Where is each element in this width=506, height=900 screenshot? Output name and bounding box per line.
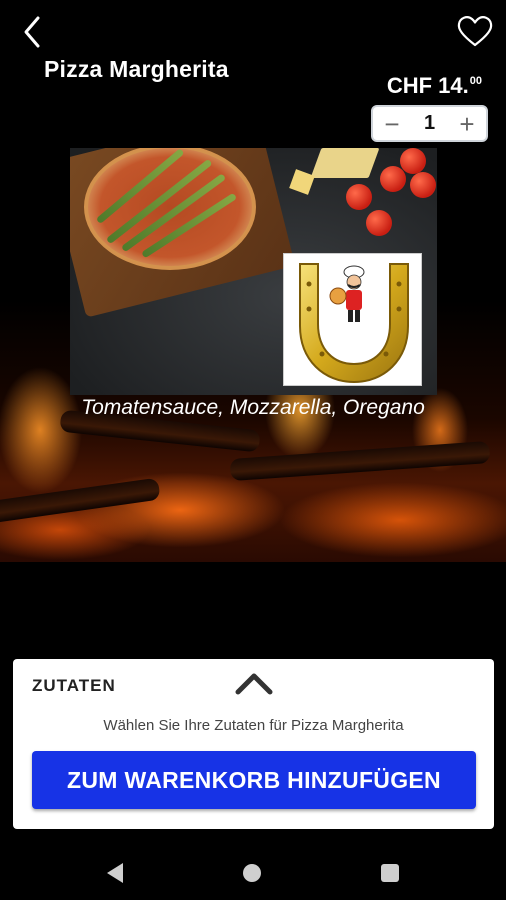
- product-price: CHF 14.00: [387, 73, 482, 99]
- square-recent-icon[interactable]: [381, 864, 399, 882]
- add-to-cart-button[interactable]: ZUM WARENKORB HINZUFÜGEN: [32, 751, 476, 809]
- increment-button[interactable]: +: [456, 111, 478, 137]
- restaurant-logo: [283, 253, 422, 386]
- tomato: [380, 166, 406, 192]
- top-bar: [0, 0, 506, 60]
- panel-subtitle: Wählen Sie Ihre Zutaten für Pizza Marghe…: [103, 717, 404, 734]
- pizza-illustration: [84, 148, 256, 270]
- price-cents: 00: [469, 75, 482, 87]
- back-arrow-icon[interactable]: [18, 14, 48, 50]
- circle-home-icon[interactable]: [243, 864, 261, 882]
- fire-log: [0, 477, 161, 525]
- cheese-piece: [289, 169, 315, 195]
- product-title: Pizza Margherita: [44, 56, 229, 82]
- price-main: CHF 14.: [386, 73, 469, 98]
- tomato: [410, 172, 436, 198]
- tomato: [346, 184, 372, 210]
- quantity-value: 1: [423, 112, 436, 134]
- fire-log: [229, 440, 491, 482]
- decrement-button[interactable]: −: [381, 111, 403, 137]
- panel-title: ZUTATEN: [32, 676, 116, 695]
- cheese-wedge: [310, 148, 380, 178]
- tomato: [400, 148, 426, 174]
- product-description: Tomatensauce, Mozzarella, Oregano: [81, 396, 425, 419]
- chevron-up-icon[interactable]: [233, 669, 275, 697]
- system-nav-bar: [0, 846, 506, 900]
- heart-outline-icon[interactable]: [456, 14, 494, 48]
- ingredients-panel: ZUTATEN Wählen Sie Ihre Zutaten für Pizz…: [13, 659, 494, 829]
- tomato: [366, 210, 392, 236]
- triangle-back-icon[interactable]: [107, 863, 123, 883]
- quantity-stepper: − 1 +: [371, 105, 488, 142]
- product-image: [70, 148, 437, 395]
